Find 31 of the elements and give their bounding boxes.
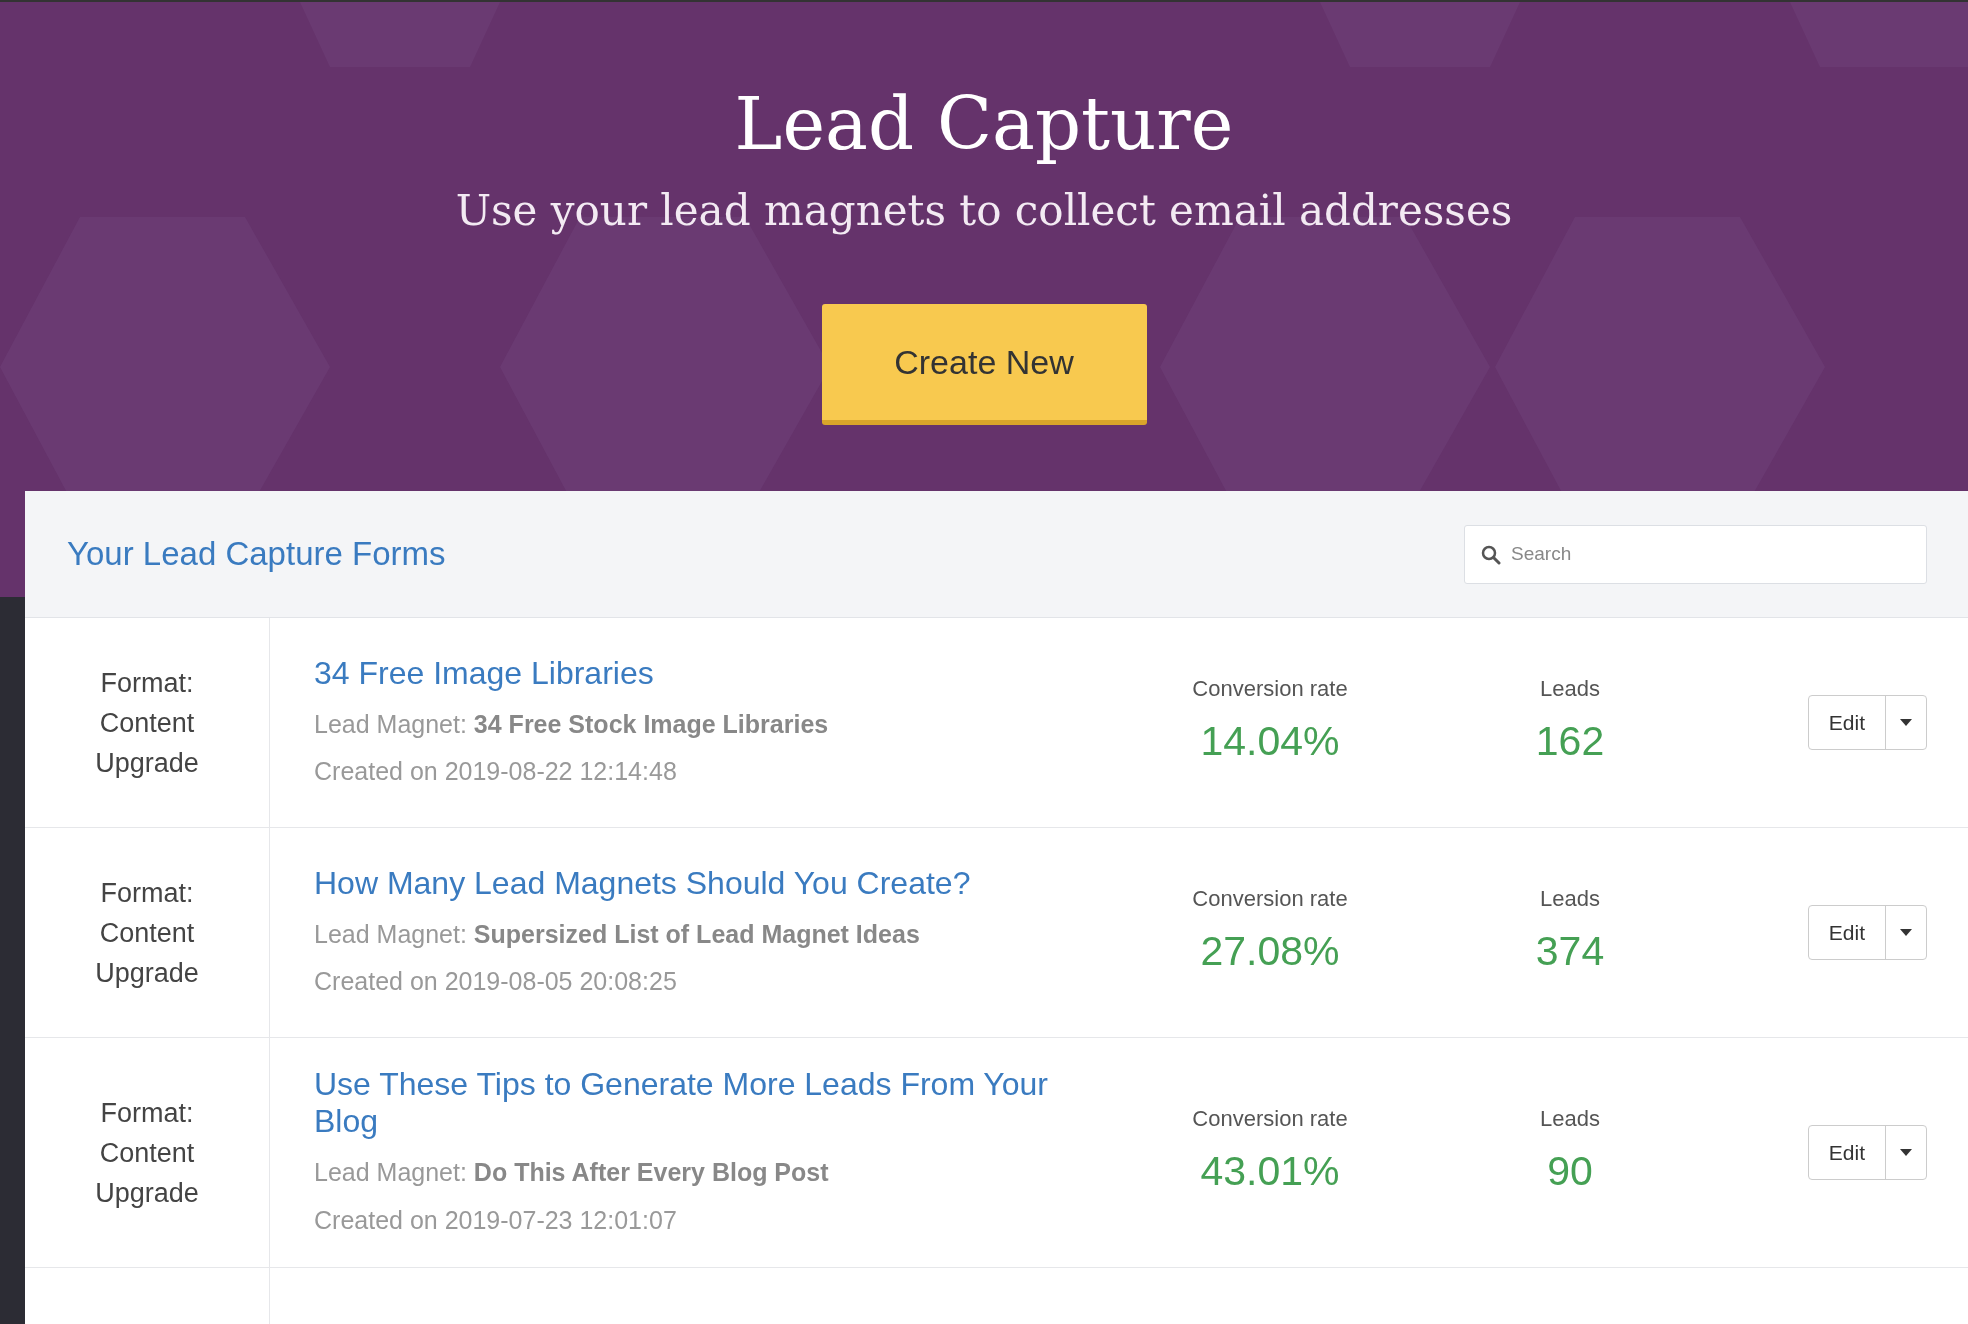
- lead-magnet-text: Lead Magnet: Supersized List of Lead Magnet Ideas: [314, 918, 921, 950]
- form-title-link[interactable]: 34 Free Image Libraries: [314, 654, 1100, 692]
- conversion-rate-value: 43.01%: [1200, 1147, 1340, 1197]
- conversion-rate-label: Conversion rate: [1192, 1105, 1348, 1134]
- card-title: Your Lead Capture Forms: [67, 534, 446, 575]
- lead-magnet-text: Lead Magnet: Do This After Every Blog Post: [314, 1157, 830, 1188]
- conversion-rate-label: Conversion rate: [1192, 885, 1348, 914]
- format-label: Format: Content Upgrade: [94, 1096, 200, 1210]
- search-field[interactable]: Search: [1464, 524, 1927, 584]
- search-icon: [1481, 544, 1501, 565]
- form-title-link[interactable]: How Many Lead Magnets Should You Create?: [314, 864, 1100, 902]
- leads-value: 374: [1535, 927, 1605, 977]
- leads-label: Leads: [1540, 1105, 1600, 1134]
- created-date: Created on 2019-08-22 12:14:48: [314, 756, 678, 787]
- format-label: Format: Content Upgrade: [94, 666, 200, 780]
- conversion-rate-value: 14.04%: [1200, 717, 1340, 767]
- create-new-button[interactable]: Create New: [821, 304, 1147, 425]
- caret-icon: [1900, 929, 1912, 936]
- leads-label: Leads: [1540, 675, 1600, 704]
- lead-magnet-text: Lead Magnet: 34 Free Stock Image Libraries: [314, 708, 830, 740]
- leads-value: 162: [1535, 717, 1605, 767]
- conversion-rate-label: Conversion rate: [1192, 675, 1348, 704]
- leads-label: Leads: [1540, 885, 1600, 914]
- conversion-rate-value: 27.08%: [1200, 927, 1340, 977]
- caret-icon: [1900, 719, 1912, 726]
- leads-value: 90: [1547, 1147, 1593, 1197]
- format-label: Format: Content Upgrade: [94, 876, 200, 990]
- created-date: Created on 2019-08-05 20:08:25: [314, 966, 678, 997]
- caret-icon: [1900, 1149, 1912, 1156]
- form-title-link[interactable]: Use These Tips to Generate More Leads From Your Blog: [314, 1066, 1100, 1140]
- created-date: Created on 2019-07-23 12:01:07: [314, 1204, 678, 1236]
